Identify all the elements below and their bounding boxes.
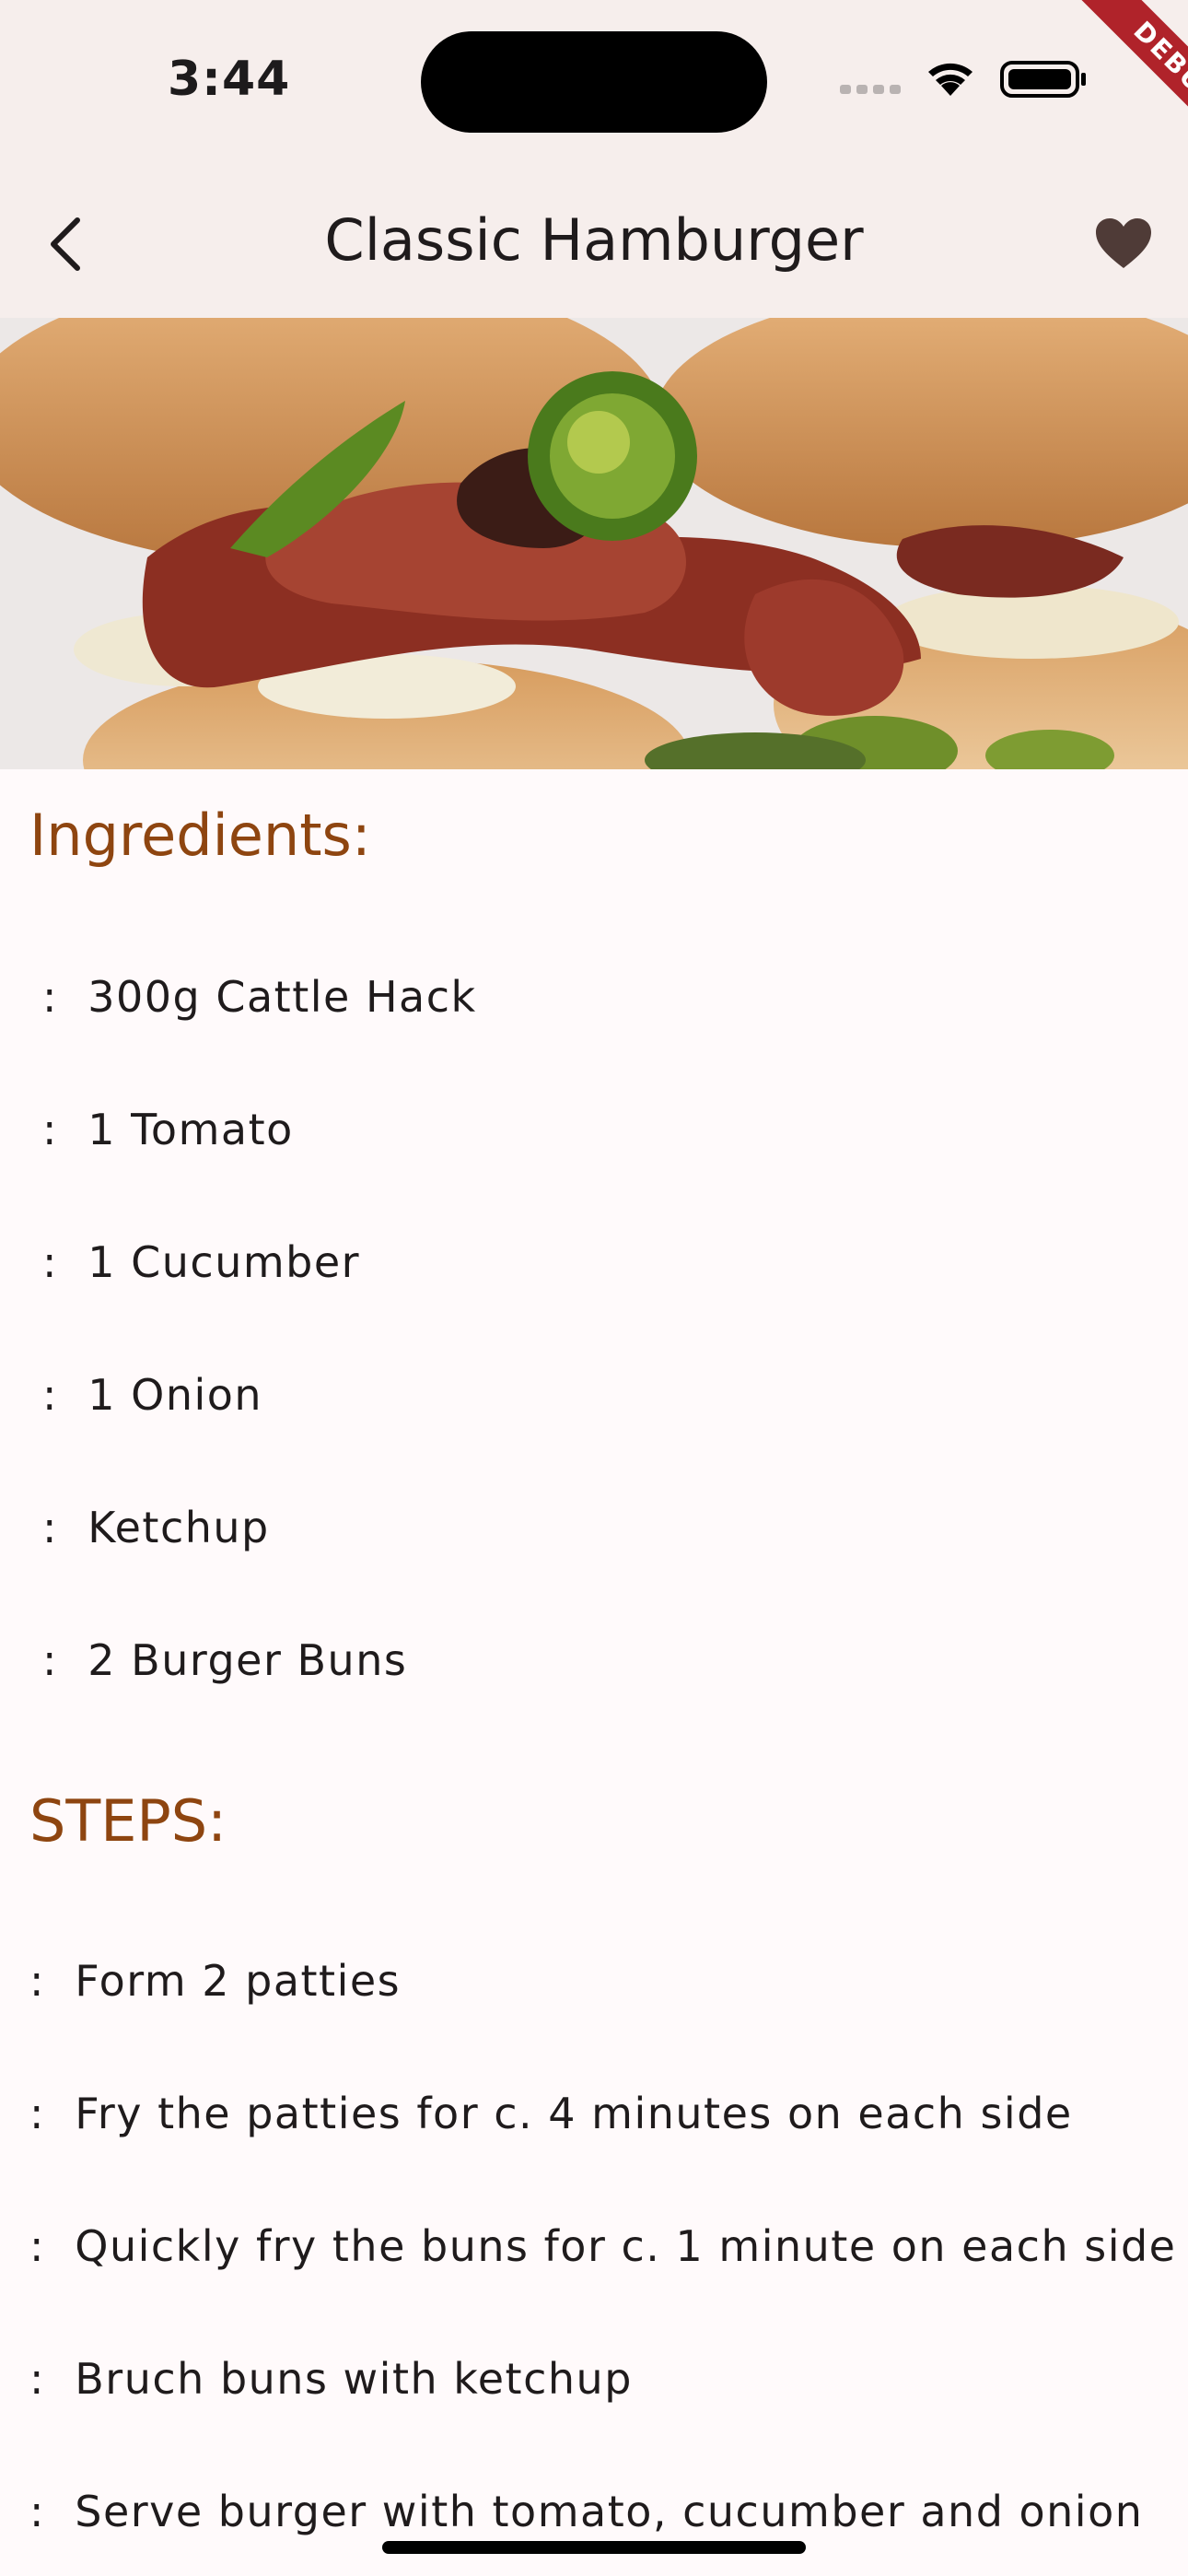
heart-filled-icon [1096, 218, 1151, 268]
burger-photo [0, 318, 1188, 769]
list-item: : 2 Burger Buns [42, 1635, 407, 1685]
wifi-icon [928, 63, 973, 96]
list-bullet: : [29, 2089, 45, 2138]
step-text: Serve burger with tomato, cucumber and o… [75, 2487, 1144, 2536]
step-text: Fry the patties for c. 4 minutes on each… [75, 2089, 1073, 2138]
list-item: : Ketchup [42, 1503, 270, 1552]
status-icons [840, 61, 1086, 98]
ingredient-text: 300g Cattle Hack [87, 972, 477, 1022]
app-bar: Classic Hamburger [0, 175, 1188, 318]
list-item: : Bruch buns with ketchup [29, 2354, 633, 2404]
step-text: Quickly fry the buns for c. 1 minute on … [75, 2221, 1177, 2271]
ingredient-text: Ketchup [87, 1503, 270, 1552]
list-item: : 300g Cattle Hack [42, 972, 477, 1022]
ingredient-text: 1 Cucumber [87, 1237, 361, 1287]
list-bullet: : [42, 1635, 58, 1685]
status-time: 3:44 [168, 52, 291, 107]
page-title: Classic Hamburger [324, 206, 864, 274]
ingredient-text: 1 Tomato [87, 1105, 294, 1154]
list-bullet: : [42, 1237, 58, 1287]
list-bullet: : [29, 1956, 45, 2006]
home-indicator[interactable] [382, 2541, 806, 2554]
ingredient-text: 2 Burger Buns [87, 1635, 408, 1685]
list-item: : Fry the patties for c. 4 minutes on ea… [29, 2089, 1073, 2138]
dynamic-island [421, 31, 767, 133]
burger-photo-art [0, 318, 1188, 769]
list-item: : Serve burger with tomato, cucumber and… [29, 2487, 1143, 2536]
steps-heading: STEPS: [29, 1787, 227, 1855]
step-text: Bruch buns with ketchup [75, 2354, 633, 2404]
ingredients-heading: Ingredients: [29, 802, 371, 869]
list-bullet: : [29, 2354, 45, 2404]
list-item: : Quickly fry the buns for c. 1 minute o… [29, 2221, 1176, 2271]
list-bullet: : [42, 1370, 58, 1420]
ingredient-text: 1 Onion [87, 1370, 263, 1420]
list-item: : 1 Cucumber [42, 1237, 360, 1287]
step-text: Form 2 patties [75, 1956, 402, 2006]
list-bullet: : [42, 972, 58, 1022]
list-bullet: : [42, 1503, 58, 1552]
list-bullet: : [29, 2487, 45, 2536]
cellular-signal-icon [840, 85, 901, 94]
battery-icon [1000, 61, 1086, 98]
list-item: : Form 2 patties [29, 1956, 401, 2006]
list-item: : 1 Onion [42, 1370, 262, 1420]
list-bullet: : [29, 2221, 45, 2271]
favorite-button[interactable] [1087, 206, 1160, 280]
list-item: : 1 Tomato [42, 1105, 294, 1154]
list-bullet: : [42, 1105, 58, 1154]
